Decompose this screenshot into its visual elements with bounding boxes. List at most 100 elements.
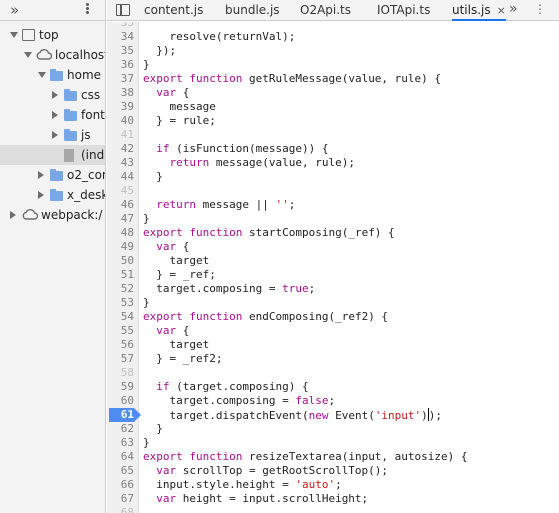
line-number[interactable]: 41 <box>107 128 134 142</box>
line-number[interactable]: 37 <box>107 72 134 86</box>
code-line[interactable]: 36} <box>107 58 559 72</box>
tab-o2api-ts[interactable]: O2Api.ts <box>300 0 351 21</box>
line-number[interactable]: 50 <box>107 254 134 268</box>
expanded-arrow-icon[interactable] <box>10 32 18 38</box>
line-number[interactable]: 40 <box>107 114 134 128</box>
code-line[interactable]: 65 var scrollTop = getRootScrollTop(); <box>107 464 559 478</box>
code-line[interactable]: 63} <box>107 436 559 450</box>
tree-item[interactable]: css <box>0 85 105 105</box>
tree-item[interactable]: localhost: <box>0 45 105 65</box>
line-number[interactable]: 45 <box>107 184 134 198</box>
code-line[interactable]: 62 } <box>107 422 559 436</box>
line-number[interactable]: 60 <box>107 394 134 408</box>
close-tab-icon[interactable]: × <box>497 4 506 17</box>
line-number[interactable]: 58 <box>107 366 134 380</box>
code-line[interactable]: 58 <box>107 366 559 380</box>
line-number[interactable]: 44 <box>107 170 134 184</box>
code-line[interactable]: 42 if (isFunction(message)) { <box>107 142 559 156</box>
code-line[interactable]: 37 export function getRuleMessage(value, … <box>107 72 559 86</box>
code-line[interactable]: 51 } = _ref; <box>107 268 559 282</box>
code-line[interactable]: 52 target.composing = true; <box>107 282 559 296</box>
code-line[interactable]: 46 return message || ''; <box>107 198 559 212</box>
tree-item[interactable]: top <box>0 25 105 45</box>
tabs-menu-icon[interactable]: ⋮ <box>534 0 546 19</box>
line-number[interactable]: 46 <box>107 198 134 212</box>
code-line[interactable]: 43 return message(value, rule); <box>107 156 559 170</box>
toggle-navigator-icon[interactable] <box>116 4 130 16</box>
code-editor[interactable]: 33 34 resolve(returnVal); 35 }); 36} 37 expor… <box>107 22 559 513</box>
code-line[interactable]: 59 if (target.composing) { <box>107 380 559 394</box>
tree-item[interactable]: js <box>0 125 105 145</box>
line-number[interactable]: 67 <box>107 492 134 506</box>
collapsed-arrow-icon[interactable] <box>52 111 58 119</box>
code-line[interactable]: 41 <box>107 128 559 142</box>
line-number[interactable]: 61 <box>107 408 134 422</box>
line-number[interactable]: 64 <box>107 450 134 464</box>
line-number[interactable]: 34 <box>107 30 134 44</box>
line-number[interactable]: 51 <box>107 268 134 282</box>
code-line[interactable]: 35 }); <box>107 44 559 58</box>
line-number[interactable]: 57 <box>107 352 134 366</box>
line-number[interactable]: 38 <box>107 86 134 100</box>
line-number[interactable]: 55 <box>107 324 134 338</box>
code-line[interactable]: 50 target <box>107 254 559 268</box>
code-line[interactable]: 54 export function endComposing(_ref2) { <box>107 310 559 324</box>
code-line[interactable]: 47} <box>107 212 559 226</box>
tree-item[interactable]: x_deskt <box>0 185 105 205</box>
line-number[interactable]: 39 <box>107 100 134 114</box>
line-number[interactable]: 59 <box>107 380 134 394</box>
code-line[interactable]: 49 var { <box>107 240 559 254</box>
code-line[interactable]: 34 resolve(returnVal); <box>107 30 559 44</box>
code-line[interactable]: 38 var { <box>107 86 559 100</box>
tab-utils-js[interactable]: utils.js × <box>452 0 506 21</box>
code-line[interactable]: 40 } = rule; <box>107 114 559 128</box>
code-line[interactable]: 66 input.style.height = 'auto'; <box>107 478 559 492</box>
code-line[interactable]: 55 var { <box>107 324 559 338</box>
line-number[interactable]: 62 <box>107 422 134 436</box>
collapsed-arrow-icon[interactable] <box>38 191 44 199</box>
line-number[interactable]: 42 <box>107 142 134 156</box>
navigator-more-tabs-button[interactable]: » <box>10 1 19 19</box>
tab-content-js[interactable]: content.js <box>144 0 203 21</box>
line-number[interactable]: 56 <box>107 338 134 352</box>
code-line[interactable]: 33 <box>107 22 559 30</box>
tab-iotapi-ts[interactable]: IOTApi.ts <box>377 0 430 21</box>
line-number[interactable]: 66 <box>107 478 134 492</box>
line-number[interactable]: 47 <box>107 212 134 226</box>
more-tabs-button[interactable]: » <box>509 0 518 19</box>
expanded-arrow-icon[interactable] <box>24 52 32 58</box>
line-number[interactable]: 53 <box>107 296 134 310</box>
tree-item[interactable]: fonts <box>0 105 105 125</box>
tree-item[interactable]: webpack:/ <box>0 205 105 225</box>
line-number[interactable]: 68 <box>107 506 134 513</box>
tree-item[interactable]: (index) <box>0 145 105 165</box>
code-line[interactable]: 64 export function resizeTextarea(input, … <box>107 450 559 464</box>
line-number[interactable]: 48 <box>107 226 134 240</box>
line-number[interactable]: 63 <box>107 436 134 450</box>
line-number[interactable]: 33 <box>107 22 134 30</box>
collapsed-arrow-icon[interactable] <box>38 171 44 179</box>
line-number[interactable]: 65 <box>107 464 134 478</box>
collapsed-arrow-icon[interactable] <box>52 131 58 139</box>
expanded-arrow-icon[interactable] <box>38 72 46 78</box>
code-line[interactable]: 44 } <box>107 170 559 184</box>
navigator-menu-icon[interactable] <box>86 2 90 18</box>
code-line[interactable]: 45 <box>107 184 559 198</box>
line-number[interactable]: 49 <box>107 240 134 254</box>
code-line[interactable]: 68 <box>107 506 559 513</box>
line-number[interactable]: 54 <box>107 310 134 324</box>
code-line[interactable]: 60 target.composing = false; <box>107 394 559 408</box>
code-line[interactable]: 61 target.dispatchEvent(new Event('input… <box>107 408 559 422</box>
line-number[interactable]: 52 <box>107 282 134 296</box>
tree-item[interactable]: o2_core <box>0 165 105 185</box>
code-line[interactable]: 48 export function startComposing(_ref) { <box>107 226 559 240</box>
tab-bundle-js[interactable]: bundle.js <box>225 0 280 21</box>
code-line[interactable]: 67 var height = input.scrollHeight; <box>107 492 559 506</box>
code-line[interactable]: 57 } = _ref2; <box>107 352 559 366</box>
code-line[interactable]: 56 target <box>107 338 559 352</box>
collapsed-arrow-icon[interactable] <box>52 91 58 99</box>
code-line[interactable]: 39 message <box>107 100 559 114</box>
line-number[interactable]: 43 <box>107 156 134 170</box>
code-line[interactable]: 53} <box>107 296 559 310</box>
collapsed-arrow-icon[interactable] <box>10 211 16 219</box>
